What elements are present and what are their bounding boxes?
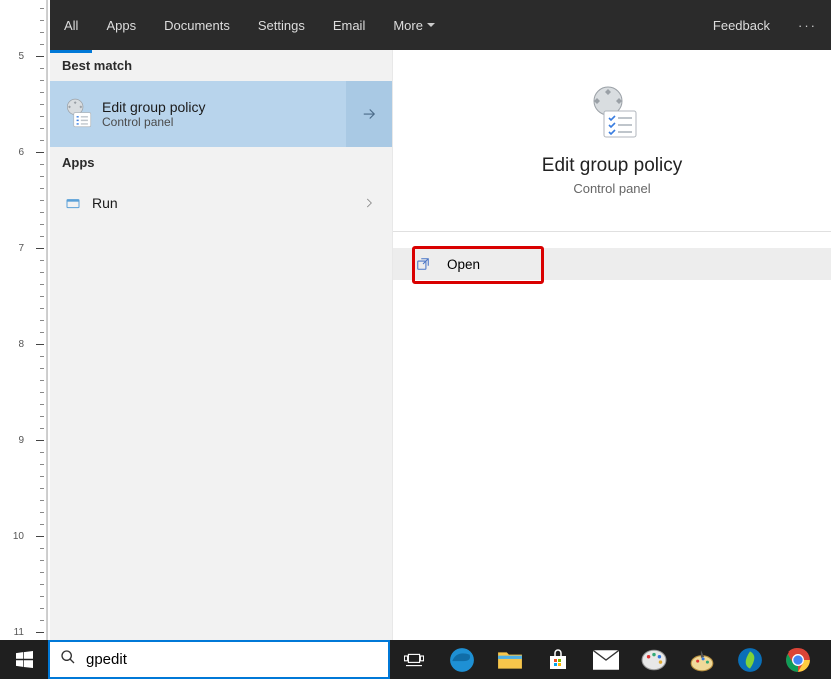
task-view-button[interactable] [390,640,438,679]
open-action[interactable]: Open [393,248,831,280]
paint-brush-icon [689,648,715,672]
search-icon [60,649,76,670]
search-filter-tabbar: All Apps Documents Settings Email More F… [50,0,831,50]
task-view-icon [404,652,424,668]
tab-documents[interactable]: Documents [150,0,244,50]
chrome-icon [785,647,811,673]
taskbar-app-paint-palette[interactable] [630,640,678,679]
mail-icon [593,650,619,670]
microsoft-store-icon [546,648,570,672]
document-ruler: 4567891011 [0,0,48,640]
section-best-match: Best match [50,50,392,81]
start-button[interactable] [0,640,48,679]
taskbar-app-paint[interactable] [678,640,726,679]
windows-logo-icon [16,651,33,668]
taskbar-app-edge[interactable] [438,640,486,679]
detail-subtitle: Control panel [573,181,650,196]
taskbar-app-mail[interactable] [582,640,630,679]
group-policy-icon [60,96,96,132]
tab-settings[interactable]: Settings [244,0,319,50]
chevron-down-icon [427,23,435,31]
bluestacks-icon [737,647,763,673]
group-policy-icon [582,85,642,141]
feedback-link[interactable]: Feedback [699,0,784,50]
search-results-window: All Apps Documents Settings Email More F… [50,0,831,640]
result-title: Run [92,195,118,211]
tab-apps[interactable]: Apps [92,0,150,50]
edge-icon [449,647,475,673]
result-app-run[interactable]: Run [50,178,392,228]
taskbar-app-explorer[interactable] [486,640,534,679]
result-title: Edit group policy [102,99,206,115]
section-apps: Apps [50,147,392,178]
open-label: Open [447,257,480,272]
search-input[interactable] [86,651,378,668]
detail-title: Edit group policy [542,155,682,177]
tab-more[interactable]: More [379,0,449,50]
results-list: Best match E [50,50,393,640]
tab-all[interactable]: All [50,18,92,33]
ellipsis-icon[interactable]: ··· [784,0,831,50]
taskbar-app-chrome[interactable] [774,640,822,679]
result-best-match[interactable]: Edit group policy Control panel [50,81,392,147]
expand-arrow-button[interactable] [346,81,392,147]
detail-pane: Edit group policy Control panel Open [393,50,831,640]
run-icon [60,190,86,216]
open-icon [415,256,431,272]
taskbar-search-box[interactable] [48,640,390,679]
result-subtitle: Control panel [102,115,206,129]
taskbar-app-store[interactable] [534,640,582,679]
file-explorer-icon [497,649,523,671]
taskbar [0,640,831,679]
paint-palette-icon [641,649,667,671]
taskbar-app-bluestacks[interactable] [726,640,774,679]
tab-email[interactable]: Email [319,0,380,50]
expand-chevron[interactable] [346,178,392,228]
